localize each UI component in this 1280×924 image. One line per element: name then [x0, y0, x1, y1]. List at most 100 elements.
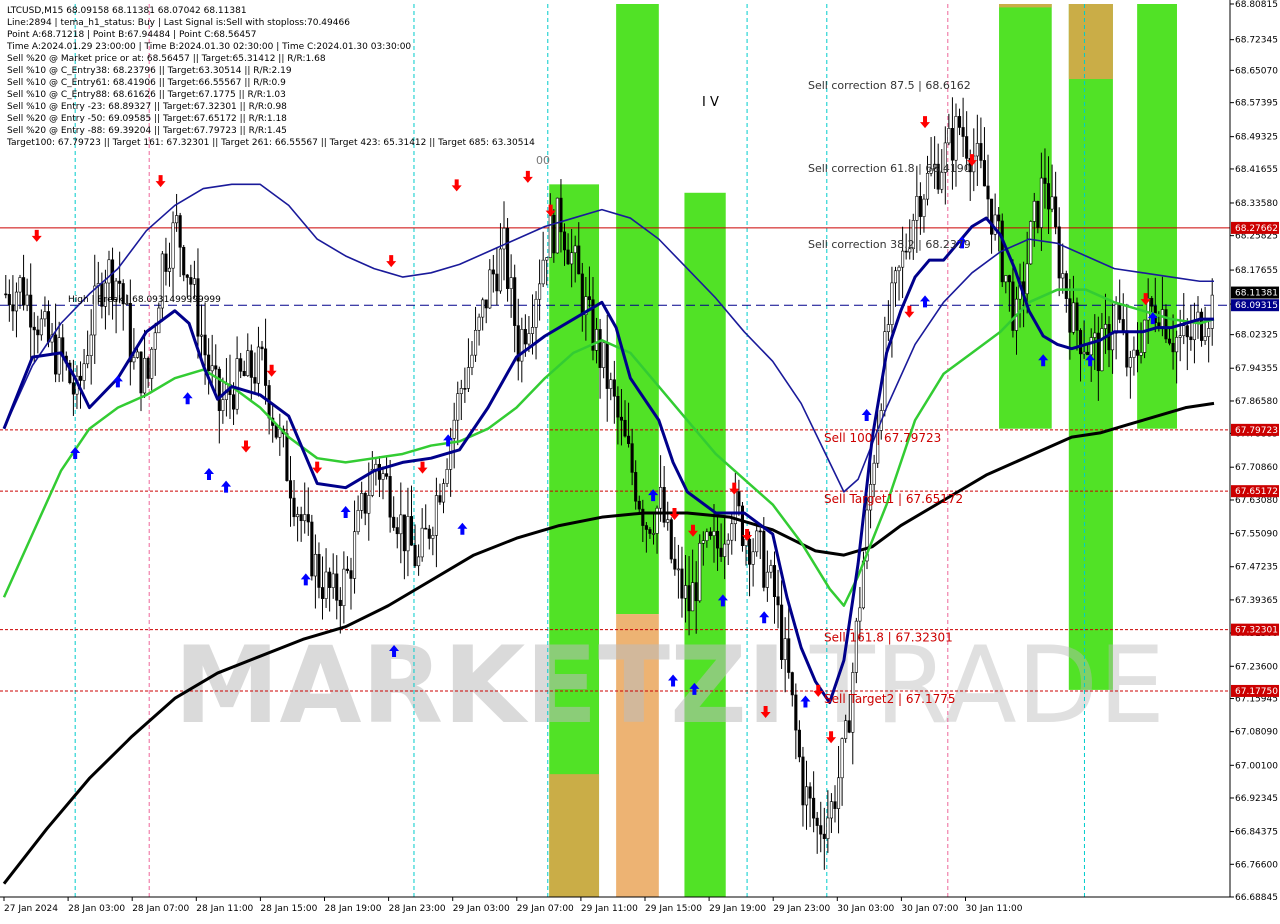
candle-body [990, 198, 994, 235]
candle-body [790, 672, 794, 696]
price-chart[interactable]: MARKETZI TRADE Sell 100 | 67.79723 Sell T… [0, 0, 1280, 920]
candle-body [395, 527, 399, 535]
candle-body [819, 825, 823, 835]
y-tick-label: 66.76600 [1235, 860, 1278, 870]
candle-body [338, 599, 342, 606]
y-tick-label: 67.63080 [1235, 496, 1278, 506]
candle-body [107, 259, 111, 284]
candle-body [260, 346, 264, 350]
candle-body [957, 116, 962, 128]
y-tick-label: 68.80815 [1235, 0, 1278, 10]
zone-orange-6 [999, 4, 1052, 8]
candle-body [787, 638, 791, 673]
candle-body [89, 334, 93, 356]
candle-body [488, 269, 492, 309]
candle-body [1011, 281, 1015, 331]
candle-body [1199, 311, 1204, 341]
candle-body [399, 514, 403, 535]
info-line-7: Sell %10 @ C_Entry88: 68.61626 || Target… [7, 90, 286, 100]
x-axis-panel [0, 897, 1280, 920]
candle-body [1139, 352, 1143, 356]
candle-body [249, 350, 253, 378]
candle-body [758, 530, 762, 533]
candle-body [420, 527, 424, 558]
candle-body [619, 416, 624, 421]
candle-body [719, 547, 723, 557]
candle-body [605, 342, 609, 389]
candle-body [459, 388, 463, 394]
candle-body [1178, 335, 1182, 338]
candle-body [381, 473, 385, 480]
candle-body [1175, 337, 1179, 353]
candle-body [402, 514, 406, 552]
x-tick-label: 30 Jan 03:00 [837, 904, 894, 914]
candle-body [1143, 319, 1147, 353]
candle-body [1096, 332, 1100, 372]
candle-body [313, 553, 317, 577]
candle-body [86, 355, 90, 365]
candle-body [363, 493, 367, 514]
watermark: MARKETZI TRADE [174, 624, 1165, 747]
level-tag-sell-target2: 67.17750 [1235, 687, 1278, 697]
info-line-3: Time A:2024.01.29 23:00:00 | Time B:2024… [6, 42, 411, 52]
candle-body [342, 568, 346, 606]
x-tick-label: 28 Jan 03:00 [68, 904, 125, 914]
candle-body [751, 551, 755, 565]
candle-body [1061, 273, 1065, 279]
candle-body [534, 298, 538, 328]
candle-body [1182, 325, 1186, 337]
candle-body [231, 394, 236, 410]
candle-body [484, 299, 488, 309]
candle-body [815, 817, 819, 826]
candle-body [424, 527, 428, 530]
candle-body [1078, 330, 1083, 355]
candle-body [580, 273, 584, 315]
correction-label-0: Sell correction 87.5 | 68.6162 [808, 79, 971, 92]
candle-body [997, 214, 1001, 222]
candle-body [1150, 298, 1154, 307]
candle-body [783, 638, 787, 660]
candle-body [829, 801, 833, 819]
candle-body [1132, 349, 1136, 358]
level-label-sell-100: Sell 100 | 67.79723 [824, 431, 941, 445]
candle-body [349, 570, 353, 579]
candle-body [217, 368, 221, 411]
candle-body [616, 395, 620, 418]
candle-body [441, 483, 446, 503]
candle-body [712, 531, 716, 537]
candle-body [164, 253, 168, 272]
candle-body [1086, 351, 1090, 356]
x-tick-label: 28 Jan 11:00 [196, 904, 253, 914]
info-line-5: Sell %10 @ C_Entry38: 68.23796 || Target… [7, 66, 292, 76]
candle-body [833, 801, 837, 809]
candle-body [769, 565, 773, 573]
candle-body [840, 738, 844, 779]
candle-body [456, 393, 460, 421]
candle-body [143, 357, 147, 394]
info-line-10: Sell %20 @ Entry -88: 69.39204 || Target… [7, 126, 287, 136]
candle-body [178, 215, 182, 248]
candle-body [858, 607, 862, 622]
candle-body [651, 533, 656, 535]
candle-body [915, 196, 919, 221]
y-tick-label: 66.92345 [1235, 794, 1278, 804]
candle-body [360, 493, 364, 511]
zone-green-2 [616, 4, 659, 615]
candle-body [822, 833, 826, 839]
info-line-9: Sell %20 @ Entry -50: 69.09585 || Target… [7, 114, 287, 124]
candle-body [659, 487, 663, 509]
candle-body [1032, 200, 1036, 222]
candle-body [1100, 328, 1104, 372]
candle-body [1004, 275, 1008, 283]
candle-body [1064, 273, 1068, 299]
x-tick-label: 28 Jan 07:00 [132, 904, 189, 914]
candle-body [1192, 321, 1196, 341]
candle-body [1207, 328, 1211, 337]
candle-body [78, 375, 83, 381]
candle-body [694, 582, 698, 602]
candle-body [708, 531, 712, 537]
candle-body [466, 367, 470, 389]
candle-body [1157, 322, 1161, 327]
candle-body [562, 231, 567, 251]
candle-body [566, 249, 570, 265]
